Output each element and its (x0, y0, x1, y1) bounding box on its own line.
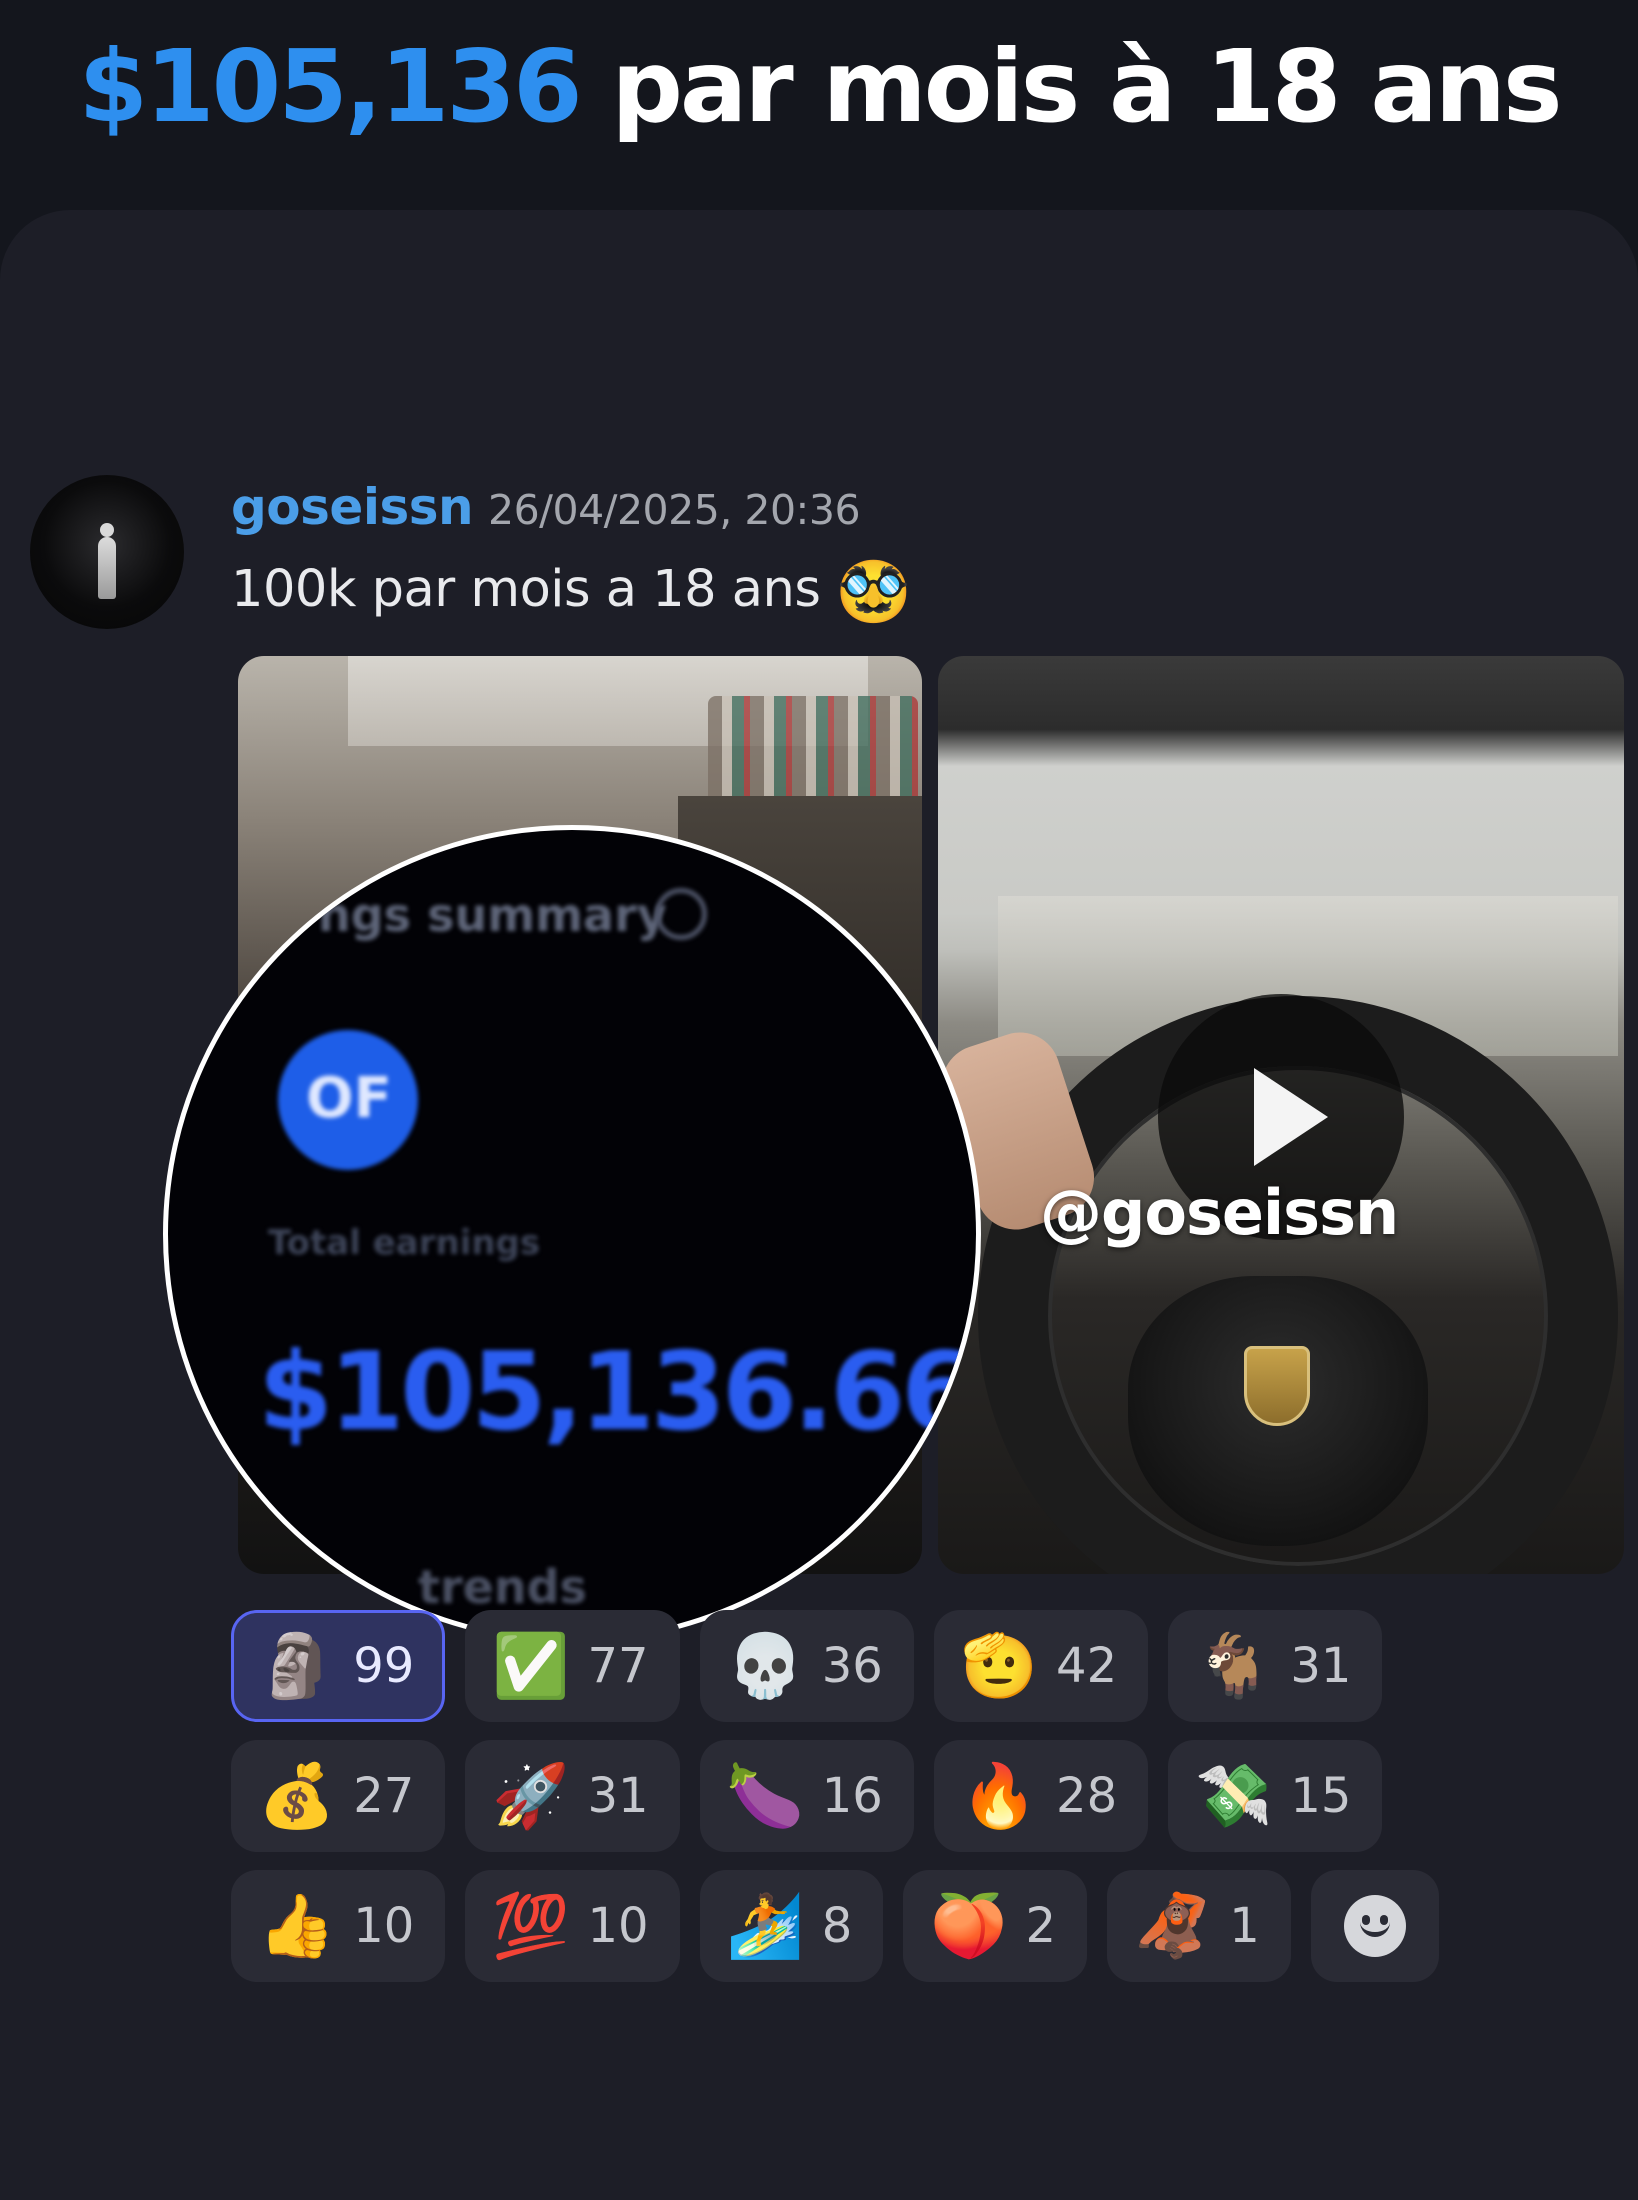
earnings-value: $105,136.66 (258, 1330, 976, 1455)
reaction-count: 28 (1056, 1768, 1118, 1824)
money-wings-icon: 💸 (1195, 1759, 1273, 1832)
eggplant-icon: 🍆 (726, 1759, 804, 1832)
reaction-fire[interactable]: 🔥 28 (933, 1740, 1149, 1852)
fire-icon: 🔥 (960, 1759, 1039, 1832)
reaction-count: 10 (353, 1898, 415, 1954)
message-body: 100k par mois a 18 ans (231, 560, 837, 619)
surfer-icon: 🏄 (726, 1889, 804, 1962)
headline: $105,136 par mois à 18 ans (0, 22, 1638, 152)
money-bag-icon: 💰 (258, 1759, 336, 1832)
reaction-salute[interactable]: 🫡 42 (933, 1610, 1149, 1722)
reaction-surfer[interactable]: 🏄 8 (699, 1870, 884, 1982)
reaction-count: 1 (1229, 1898, 1260, 1954)
orangutan-icon: 🦧 (1134, 1889, 1212, 1962)
reaction-money-wings[interactable]: 💸 15 (1168, 1740, 1383, 1852)
smiley-icon (1343, 1895, 1406, 1957)
reaction-rocket[interactable]: 🚀 31 (465, 1740, 680, 1852)
shelf-items (708, 696, 918, 806)
skull-icon: 💀 (726, 1629, 804, 1702)
reaction-count: 16 (821, 1768, 883, 1824)
timestamp: 26/04/2025, 20:36 (488, 486, 861, 534)
headline-amount: $105,136 (78, 28, 582, 145)
reaction-count: 8 (821, 1898, 853, 1954)
disguise-emoji: 🥸 (836, 557, 911, 627)
peach-icon: 🍑 (930, 1889, 1008, 1962)
message-text: 100k par mois a 18 ans 🥸 (231, 556, 911, 627)
onlyfans-logo-icon: OF (278, 1030, 418, 1170)
username[interactable]: goseissn (231, 478, 474, 536)
media-video-car[interactable]: @goseissn (938, 656, 1624, 1574)
lamborghini-badge (1244, 1346, 1310, 1426)
reaction-count: 77 (587, 1638, 649, 1694)
zoom-summary-label: ngs summary (318, 888, 667, 942)
reaction-count: 31 (587, 1768, 649, 1824)
reaction-count: 27 (353, 1768, 415, 1824)
salute-icon: 🫡 (960, 1629, 1039, 1702)
reaction-count: 99 (353, 1638, 415, 1694)
reaction-count: 10 (587, 1898, 649, 1954)
hundred-icon: 💯 (492, 1889, 570, 1962)
trends-label: trends (418, 1560, 587, 1614)
reaction-eggplant[interactable]: 🍆 16 (699, 1740, 914, 1852)
reaction-count: 36 (821, 1638, 883, 1694)
goat-icon: 🐐 (1195, 1629, 1273, 1702)
total-earnings-label: Total earnings (268, 1223, 541, 1263)
check-icon: ✅ (492, 1629, 570, 1702)
reaction-count: 2 (1025, 1898, 1057, 1954)
reaction-check[interactable]: ✅ 77 (465, 1610, 680, 1722)
reaction-count: 31 (1290, 1638, 1352, 1694)
info-icon (655, 888, 707, 940)
smiley-mouth (1359, 1919, 1390, 1937)
video-watermark: @goseissn (1040, 1176, 1399, 1249)
reaction-moai[interactable]: 🗿 99 (231, 1610, 446, 1722)
reaction-count: 42 (1056, 1638, 1118, 1694)
reaction-money-bag[interactable]: 💰 27 (231, 1740, 446, 1852)
reactions-bar: 🗿 99 ✅ 77 💀 36 🫡 42 🐐 31 💰 27 🚀 31 🍆 16 🔥 28 💸 15 … (231, 1610, 1571, 1982)
reaction-skull[interactable]: 💀 36 (699, 1610, 914, 1722)
zoom-overlay: ngs summary OF Total earnings $105,136.6… (163, 825, 981, 1643)
reaction-goat[interactable]: 🐐 31 (1168, 1610, 1383, 1722)
avatar[interactable] (30, 475, 184, 629)
headline-text: par mois à 18 ans (579, 28, 1562, 145)
thumbs-up-icon: 👍 (258, 1889, 336, 1962)
avatar-figure (98, 523, 116, 599)
rocket-icon: 🚀 (492, 1759, 570, 1832)
reaction-count: 15 (1290, 1768, 1352, 1824)
reaction-orangutan[interactable]: 🦧 1 (1107, 1870, 1291, 1982)
reaction-thumbs-up[interactable]: 👍 10 (231, 1870, 446, 1982)
moai-icon: 🗿 (258, 1629, 336, 1702)
logo-text: OF (306, 1066, 392, 1131)
add-reaction-button[interactable] (1310, 1870, 1439, 1982)
reaction-peach[interactable]: 🍑 2 (903, 1870, 1088, 1982)
reaction-hundred[interactable]: 💯 10 (465, 1870, 680, 1982)
